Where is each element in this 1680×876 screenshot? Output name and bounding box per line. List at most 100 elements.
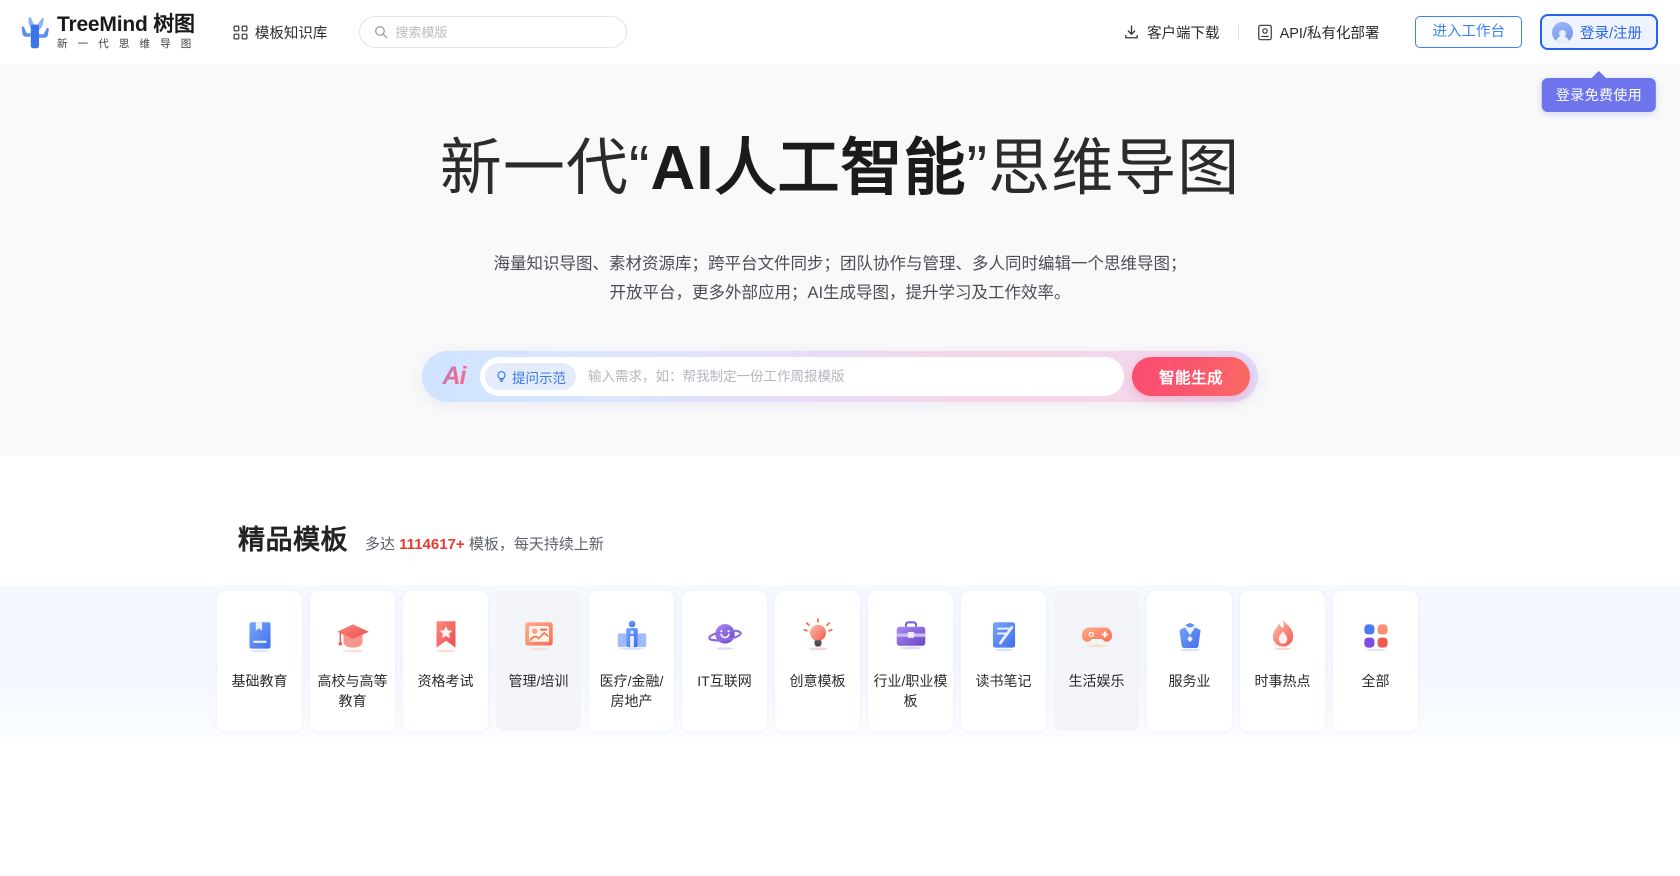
- category-card-label: 基础教育: [231, 673, 288, 689]
- briefcase-icon-wrap: [892, 617, 930, 655]
- client-download-label: 客户端下载: [1147, 25, 1220, 42]
- book-icon-wrap: [241, 617, 279, 655]
- category-card-label: 生活娱乐: [1068, 673, 1125, 689]
- category-card-12[interactable]: 时事热点: [1240, 591, 1325, 731]
- api-private-deploy-label: API/私有化部署: [1279, 25, 1380, 42]
- graduation-cap-icon: [336, 624, 369, 653]
- category-card-8[interactable]: 行业/职业模板: [868, 591, 953, 731]
- search-icon: [375, 26, 388, 39]
- templates-section-desc: 多达 1114617+ 模板，每天持续上新: [365, 533, 604, 554]
- header-actions: 客户端下载 API/私有化部署 进入工作台 登录/注册 登录免费使用: [1105, 14, 1658, 112]
- building-icon-wrap: [613, 617, 651, 655]
- grid-dots-icon: [1363, 624, 1388, 652]
- category-card-7[interactable]: 创意模板: [775, 591, 860, 731]
- category-card-10[interactable]: 生活娱乐: [1054, 591, 1139, 731]
- login-register-button[interactable]: 登录/注册 登录免费使用: [1539, 14, 1658, 112]
- hero-title-prefix: 新一代“: [439, 134, 651, 203]
- lightbulb-icon: [497, 371, 506, 383]
- category-card-label: 资格考试: [417, 673, 474, 689]
- category-card-label: 读书笔记: [975, 673, 1032, 689]
- ask-example-label: 提问示范: [512, 370, 566, 386]
- ai-logo-icon: Ai: [428, 362, 480, 391]
- gamepad-icon-wrap: [1078, 617, 1116, 655]
- category-card-9[interactable]: 读书笔记: [961, 591, 1046, 731]
- nav-template-knowledge-base[interactable]: 模板知识库: [233, 22, 328, 43]
- hero-title-bold: AI人工智能: [650, 134, 967, 203]
- category-card-label: 时事热点: [1254, 673, 1311, 689]
- building-icon: [617, 620, 646, 651]
- tree-logo-icon: [21, 16, 49, 49]
- notebook-pen-icon: [992, 622, 1015, 652]
- planet-icon: [707, 624, 742, 650]
- ribbon-star-icon: [436, 621, 455, 653]
- planet-icon-wrap: [706, 617, 744, 655]
- gamepad-icon: [1081, 627, 1112, 648]
- search-input[interactable]: [395, 24, 613, 40]
- ai-generate-bar: Ai 提问示范 智能生成: [422, 351, 1258, 403]
- ai-prompt-input[interactable]: [576, 369, 1118, 385]
- category-card-3[interactable]: 资格考试: [403, 591, 488, 731]
- category-card-5[interactable]: 医疗/金融/房地产: [589, 591, 674, 731]
- category-card-13[interactable]: 全部: [1333, 591, 1418, 731]
- grid-icon: [233, 25, 248, 39]
- login-tooltip: 登录免费使用: [1541, 78, 1657, 112]
- download-icon: [1125, 24, 1138, 38]
- category-card-list: 基础教育 高校与高等教育 资格考试 管理/培训 医疗/金融/房地产 IT互联网 …: [0, 585, 1680, 737]
- hero-subtitle: 海量知识导图、素材资源库；跨平台文件同步；团队协作与管理、多人同时编辑一个思维导…: [494, 250, 1187, 307]
- category-card-label: IT互联网: [697, 673, 752, 689]
- ai-generate-bar-wrapper: Ai 提问示范 智能生成: [422, 351, 1258, 403]
- templates-section-title: 精品模板: [238, 525, 348, 555]
- server-icon: [1257, 24, 1272, 40]
- client-download-link[interactable]: 客户端下载: [1105, 22, 1238, 43]
- hero-subtitle-line-2: 开放平台，更多外部应用；AI生成导图，提升学习及工作效率。: [609, 283, 1071, 302]
- site-header: TreeMind 树图 新 一 代 思 维 导 图 模板知识库 客户端下载: [0, 0, 1680, 112]
- api-private-deploy-link[interactable]: API/私有化部署: [1239, 22, 1398, 43]
- category-card-11[interactable]: 服务业: [1147, 591, 1232, 731]
- category-card-label: 服务业: [1168, 673, 1211, 689]
- category-card-label: 行业/职业模板: [873, 673, 948, 709]
- category-card-label: 全部: [1361, 673, 1390, 689]
- site-logo[interactable]: TreeMind 树图 新 一 代 思 维 导 图: [20, 13, 195, 50]
- category-card-4[interactable]: 管理/培训: [496, 591, 581, 731]
- category-card-label: 管理/培训: [508, 673, 569, 689]
- templates-desc-suffix: 模板，每天持续上新: [464, 536, 604, 553]
- logo-title: TreeMind 树图: [57, 13, 195, 37]
- hero-subtitle-line-1: 海量知识导图、素材资源库；跨平台文件同步；团队协作与管理、多人同时编辑一个思维导…: [493, 255, 1187, 274]
- grid-dots-icon-wrap: [1357, 617, 1395, 655]
- ask-example-button[interactable]: 提问示范: [485, 363, 576, 391]
- category-card-1[interactable]: 基础教育: [217, 591, 302, 731]
- bowtie-suit-icon: [1178, 622, 1201, 652]
- templates-section-header: 精品模板 多达 1114617+ 模板，每天持续上新: [0, 518, 1680, 557]
- category-card-label: 医疗/金融/房地产: [599, 673, 664, 709]
- hero-title-suffix: ”思维导图: [966, 134, 1241, 203]
- category-card-6[interactable]: IT互联网: [682, 591, 767, 731]
- notebook-pen-icon-wrap: [985, 617, 1023, 655]
- templates-desc-prefix: 多达: [365, 536, 400, 553]
- enter-workspace-button[interactable]: 进入工作台: [1415, 16, 1522, 48]
- lightbulb-icon-wrap: [799, 617, 837, 655]
- ai-input-shell: 提问示范: [480, 357, 1124, 397]
- template-search-box[interactable]: [359, 16, 628, 48]
- smart-generate-button[interactable]: 智能生成: [1131, 357, 1250, 397]
- page-title: 新一代“AI人工智能”思维导图: [440, 132, 1240, 206]
- book-icon: [248, 622, 271, 653]
- templates-section: 精品模板 多达 1114617+ 模板，每天持续上新 基础教育 高校与高等教育 …: [0, 456, 1680, 737]
- graduation-cap-icon-wrap: [334, 617, 372, 655]
- briefcase-icon: [896, 621, 925, 650]
- hero-section: 新一代“AI人工智能”思维导图 海量知识导图、素材资源库；跨平台文件同步；团队协…: [0, 64, 1680, 456]
- nav-template-knowledge-base-label: 模板知识库: [254, 25, 328, 42]
- category-card-2[interactable]: 高校与高等教育: [310, 591, 395, 731]
- flame-icon-wrap: [1264, 617, 1302, 655]
- lightbulb-icon: [802, 618, 833, 651]
- avatar-icon: [1551, 21, 1573, 43]
- category-card-label: 高校与高等教育: [317, 673, 388, 709]
- category-card-label: 创意模板: [789, 673, 846, 689]
- templates-count: 1114617+: [399, 536, 465, 553]
- ribbon-star-icon-wrap: [427, 617, 465, 655]
- login-register-label: 登录/注册: [1579, 25, 1642, 42]
- presentation-icon: [524, 622, 553, 651]
- bowtie-suit-icon-wrap: [1171, 617, 1209, 655]
- flame-icon: [1272, 620, 1293, 651]
- presentation-icon-wrap: [520, 617, 558, 655]
- logo-subtitle: 新 一 代 思 维 导 图: [57, 37, 195, 50]
